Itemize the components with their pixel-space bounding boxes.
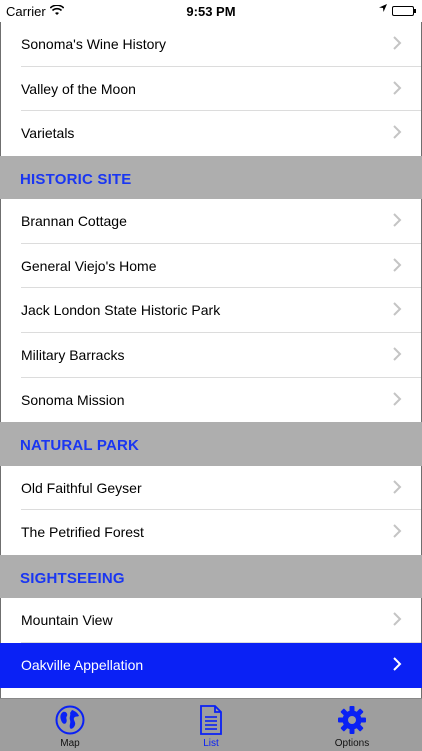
- list-item-label: Valley of the Moon: [21, 80, 136, 97]
- section-header-historic-site: HISTORIC SITE: [0, 155, 422, 200]
- tab-bar: Map List Options: [0, 698, 422, 751]
- tab-list[interactable]: List: [141, 699, 281, 751]
- gear-icon: [337, 705, 367, 740]
- section-title: NATURAL PARK: [20, 437, 140, 455]
- section-title: SIGHTSEEING: [20, 569, 125, 587]
- list-item[interactable]: The Petrified Forest: [0, 510, 422, 555]
- list-item[interactable]: Old Faithful Geyser: [0, 465, 422, 511]
- list-item-label: Jack London State Historic Park: [21, 302, 221, 319]
- places-list[interactable]: Sonoma's Wine History Valley of the Moon…: [0, 22, 422, 698]
- chevron-right-icon: [393, 524, 402, 539]
- chevron-right-icon: [393, 125, 402, 139]
- chevron-right-icon: [393, 302, 402, 317]
- list-item[interactable]: Sonoma Mission: [0, 377, 422, 423]
- list-item[interactable]: General Viejo's Home: [0, 243, 422, 289]
- chevron-right-icon: [393, 480, 402, 494]
- location-arrow-icon: [378, 3, 388, 16]
- list-item[interactable]: Mountain View: [0, 598, 422, 644]
- chevron-right-icon: [393, 391, 402, 406]
- document-icon: [199, 705, 223, 740]
- section-header-sightseeing: SIGHTSEEING: [0, 554, 422, 599]
- list-item-label: Sonoma Mission: [21, 391, 125, 408]
- chevron-right-icon: [393, 80, 402, 95]
- list-item-label: Brannan Cottage: [21, 213, 127, 230]
- list-item-label: The Petrified Forest: [21, 524, 144, 541]
- tab-label: Map: [60, 738, 80, 749]
- list-item-label: Oakville Appellation: [21, 657, 144, 674]
- clock: 9:53 PM: [186, 4, 236, 19]
- list-item[interactable]: Varietals: [0, 111, 422, 156]
- chevron-right-icon: [393, 258, 402, 272]
- globe-icon: [55, 705, 85, 740]
- chevron-right-icon: [393, 612, 402, 627]
- tab-label: List: [203, 738, 219, 749]
- list-item[interactable]: Brannan Cottage: [0, 199, 422, 244]
- chevron-right-icon: [393, 657, 402, 671]
- list-item[interactable]: Sonoma's Wine History: [0, 22, 422, 67]
- chevron-right-icon: [393, 347, 402, 361]
- tab-map[interactable]: Map: [0, 699, 140, 751]
- status-bar: Carrier 9:53 PM: [0, 0, 422, 22]
- list-item-label: Sonoma's Wine History: [21, 36, 167, 52]
- chevron-right-icon: [393, 36, 402, 50]
- section-title: HISTORIC SITE: [20, 170, 132, 188]
- tab-options[interactable]: Options: [282, 699, 422, 751]
- list-item[interactable]: Valley of the Moon: [0, 66, 422, 112]
- list-item-label: General Viejo's Home: [21, 257, 157, 274]
- list-item-selected[interactable]: Oakville Appellation: [0, 643, 422, 688]
- chevron-right-icon: [393, 213, 402, 227]
- list-item-label: Varietals: [21, 125, 75, 142]
- tab-label: Options: [334, 738, 370, 749]
- list-item-label: Mountain View: [21, 612, 113, 629]
- list-item[interactable]: Jack London State Historic Park: [0, 288, 422, 334]
- section-header-natural-park: NATURAL PARK: [0, 422, 422, 466]
- list-item-label: Military Barracks: [21, 347, 125, 364]
- list-item-partial[interactable]: [0, 687, 422, 698]
- list-item-label: Old Faithful Geyser: [21, 479, 142, 496]
- list-item[interactable]: Military Barracks: [0, 333, 422, 378]
- battery-icon: [392, 6, 416, 16]
